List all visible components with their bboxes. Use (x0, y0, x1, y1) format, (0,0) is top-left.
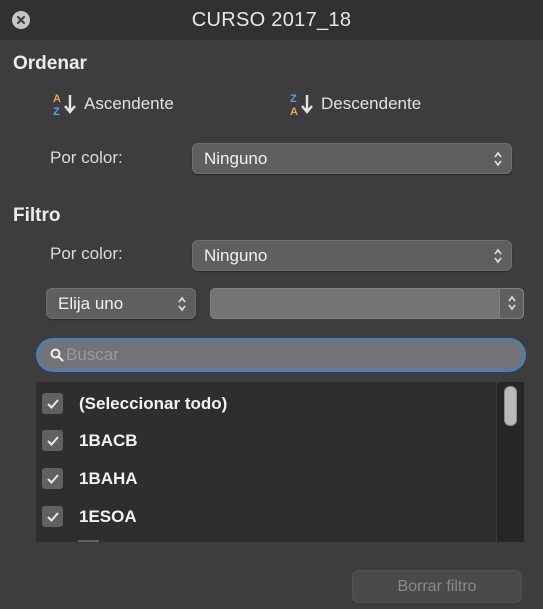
filter-by-color-value: Ninguno (204, 245, 268, 265)
checkbox[interactable] (42, 506, 63, 527)
checkmark-icon (46, 473, 59, 484)
sort-descending-label: Descendente (321, 94, 422, 113)
checkbox[interactable] (42, 393, 63, 414)
condition-value: Elija uno (58, 293, 124, 313)
filter-header: Filtro (13, 205, 61, 226)
search-input[interactable] (66, 345, 506, 365)
chevron-updown-icon (178, 296, 186, 312)
list-scrollbar[interactable] (496, 382, 524, 542)
filter-by-color-label: Por color: (50, 244, 123, 263)
svg-text:Z: Z (290, 93, 297, 105)
criteria-stepper[interactable] (499, 289, 523, 318)
chevron-updown-icon (494, 248, 502, 264)
checkmark-icon (46, 435, 59, 446)
search-field[interactable] (36, 338, 526, 372)
list-item-label: 1ESOA (79, 506, 137, 526)
chevron-updown-icon (494, 151, 502, 167)
sort-ascending-icon: A Z (52, 91, 78, 117)
chevron-updown-icon (508, 295, 516, 311)
list-item-label: (Seleccionar todo) (79, 393, 228, 413)
title-bar: CURSO 2017_18 (0, 0, 543, 40)
list-item-label: 1BAHA (79, 468, 138, 488)
criteria-combobox[interactable] (210, 288, 524, 319)
checkbox[interactable] (42, 468, 63, 489)
svg-text:A: A (53, 93, 61, 105)
sort-ascending-label: Ascendente (84, 94, 174, 113)
sort-descending-button[interactable]: Z A Descendente (289, 91, 421, 117)
list-item-select-all[interactable]: (Seleccionar todo) (42, 393, 227, 414)
condition-select[interactable]: Elija uno (46, 288, 196, 319)
checkbox[interactable] (42, 430, 63, 451)
sort-descending-icon: Z A (289, 91, 315, 117)
svg-text:A: A (290, 106, 298, 117)
checkmark-icon (46, 398, 59, 409)
list-item[interactable]: 1BACB (42, 430, 138, 451)
clear-filter-button[interactable]: Borrar filtro (352, 570, 522, 603)
sort-by-color-select[interactable]: Ninguno (192, 143, 512, 174)
window-title: CURSO 2017_18 (191, 9, 352, 31)
sort-by-color-value: Ninguno (204, 148, 268, 168)
checkmark-icon (46, 511, 59, 522)
list-item[interactable]: 1BAHA (42, 468, 138, 489)
list-item-label: 1BACB (79, 430, 138, 450)
list-item-partial (78, 540, 99, 542)
sort-ascending-button[interactable]: A Z Ascendente (52, 91, 174, 117)
list-item[interactable]: 1ESOA (42, 506, 137, 527)
search-icon (50, 348, 64, 362)
sort-header: Ordenar (13, 53, 87, 74)
sort-by-color-label: Por color: (50, 148, 123, 167)
scrollbar-thumb[interactable] (504, 386, 517, 426)
filter-by-color-select[interactable]: Ninguno (192, 240, 512, 271)
svg-text:Z: Z (53, 106, 60, 117)
